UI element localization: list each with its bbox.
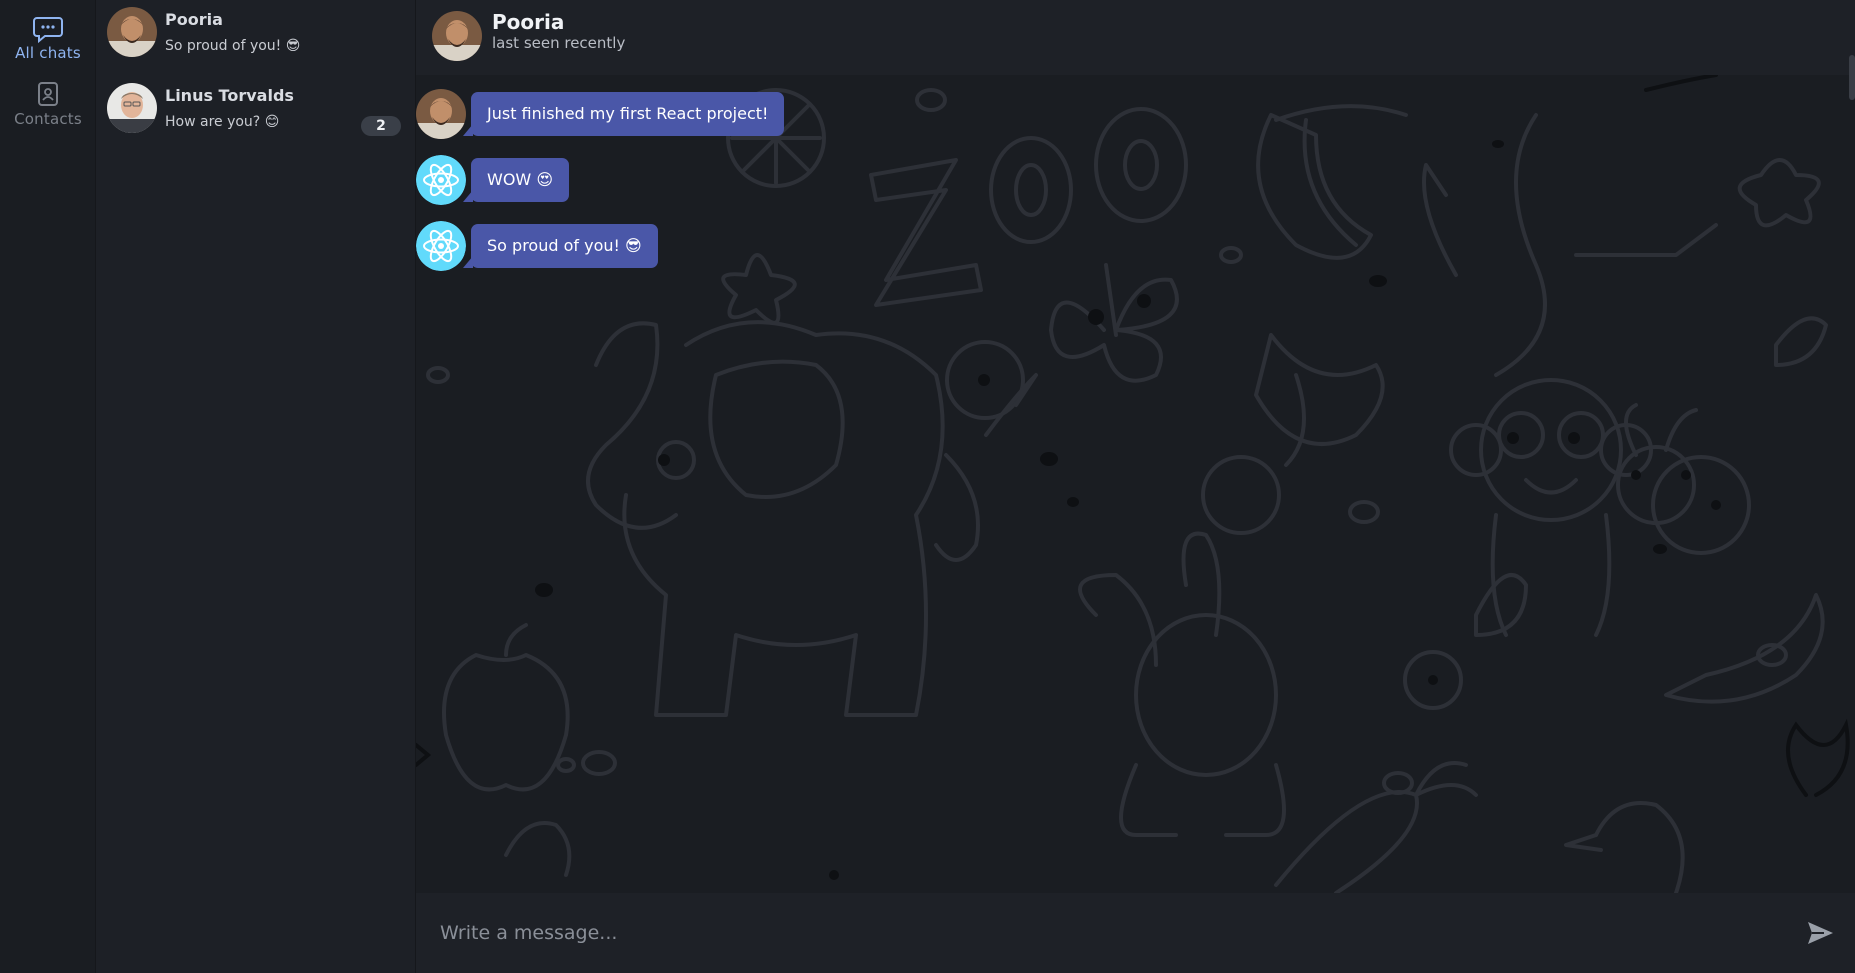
react-logo-icon bbox=[416, 155, 466, 205]
conversation-title: Pooria bbox=[492, 10, 565, 34]
chat-list-item[interactable]: Linus Torvalds How are you? 😊 2 bbox=[96, 76, 416, 152]
nav-contacts-label: Contacts bbox=[14, 110, 82, 128]
nav-rail: All chats Contacts bbox=[0, 0, 96, 973]
message-bubble[interactable]: WOW 😍 bbox=[463, 158, 569, 202]
avatar bbox=[416, 221, 466, 271]
react-logo-icon bbox=[416, 221, 466, 271]
contact-name: Pooria bbox=[165, 10, 223, 29]
last-seen-status: last seen recently bbox=[492, 34, 626, 52]
avatar bbox=[107, 83, 157, 133]
unread-badge: 2 bbox=[361, 116, 401, 136]
avatar bbox=[107, 7, 157, 57]
send-icon bbox=[1808, 922, 1833, 944]
conversation-panel: Pooria last seen recently Just finished … bbox=[416, 0, 1855, 973]
chat-list: Pooria So proud of you! 😎 Linus Torvalds… bbox=[96, 0, 416, 973]
last-message: So proud of you! 😎 bbox=[165, 38, 301, 54]
message-list: Just finished my first React project! WO… bbox=[416, 75, 1855, 893]
avatar bbox=[416, 155, 466, 205]
chat-bubble-icon bbox=[33, 17, 63, 44]
send-button[interactable] bbox=[1800, 913, 1840, 953]
chat-list-item[interactable]: Pooria So proud of you! 😎 bbox=[96, 0, 416, 76]
scrollbar-thumb[interactable] bbox=[1849, 55, 1855, 100]
nav-all-chats[interactable]: All chats bbox=[0, 12, 96, 76]
avatar bbox=[416, 89, 466, 139]
nav-all-chats-label: All chats bbox=[15, 44, 81, 62]
message-bubble[interactable]: So proud of you! 😎 bbox=[463, 224, 658, 268]
message-bubble[interactable]: Just finished my first React project! bbox=[462, 92, 785, 136]
contact-name: Linus Torvalds bbox=[165, 86, 294, 105]
message-input[interactable] bbox=[440, 913, 1740, 953]
nav-contacts[interactable]: Contacts bbox=[0, 80, 96, 144]
messenger-app: All chats Contacts Pooria So proud of yo… bbox=[0, 0, 1855, 973]
last-message: How are you? 😊 bbox=[165, 114, 280, 130]
conversation-header: Pooria last seen recently bbox=[416, 0, 1855, 75]
avatar[interactable] bbox=[432, 11, 482, 61]
message-composer bbox=[416, 893, 1855, 973]
contacts-icon bbox=[38, 82, 58, 106]
